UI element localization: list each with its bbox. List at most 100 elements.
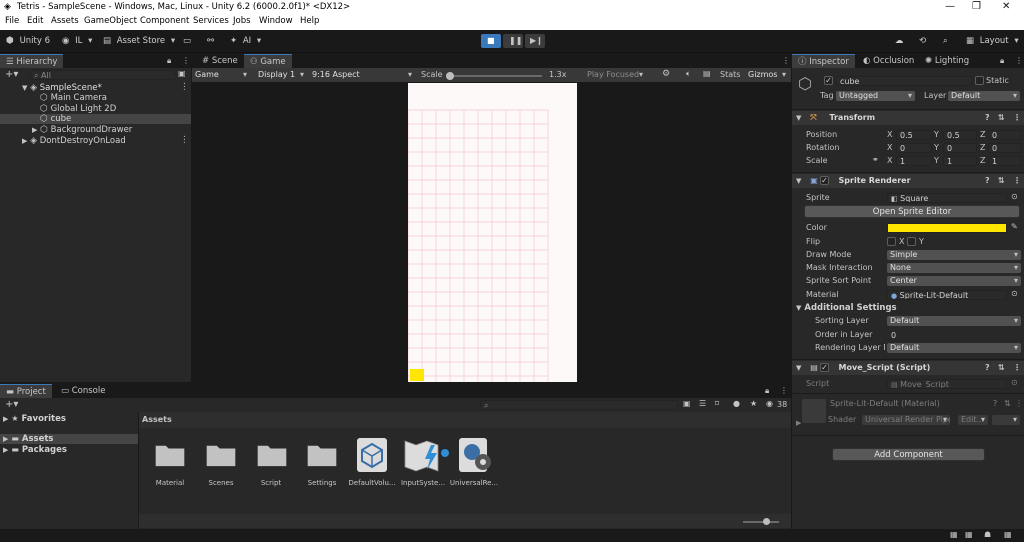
visibility-eye-icon[interactable]: ◉ xyxy=(766,400,773,408)
kebab-menu-icon[interactable]: ⋮ xyxy=(182,57,190,65)
lock-icon[interactable]: 🔒︎ xyxy=(765,387,769,395)
tag-dropdown[interactable]: Untagged xyxy=(836,91,915,101)
menu-gameobject[interactable]: GameObject xyxy=(84,16,137,26)
debug-icon[interactable]: ☗ xyxy=(984,531,991,539)
maximize-button[interactable]: ❐ xyxy=(972,1,981,12)
hierarchy-scene-row[interactable]: ▼ ◈ SampleScene* ⋮ xyxy=(0,83,191,93)
hierarchy-item-main-camera[interactable]: ⬡ Main Camera xyxy=(0,93,191,103)
scale-slider[interactable] xyxy=(446,72,542,80)
lock-icon[interactable]: 🔒︎ xyxy=(1000,57,1004,65)
ai-button[interactable]: ✦ AI ▾ xyxy=(230,34,261,49)
preset-icon[interactable]: ⇅ xyxy=(998,114,1005,122)
package-manager-icon[interactable]: ▭ xyxy=(183,34,191,49)
sprite-renderer-enabled-checkbox[interactable]: ✓ xyxy=(820,176,829,185)
tab-console[interactable]: ▭ Console xyxy=(55,384,111,398)
game-mode-dropdown[interactable]: Game xyxy=(192,70,250,80)
warning-filter-icon[interactable]: ● xyxy=(733,400,740,408)
project-search-input[interactable]: ⌕ xyxy=(480,400,678,410)
add-icon[interactable]: +▾ xyxy=(5,400,18,410)
volume-profile-asset-icon[interactable] xyxy=(356,437,388,473)
kebab-menu-icon[interactable]: ⋮ xyxy=(782,57,790,65)
sorting-layer-dropdown[interactable]: Default xyxy=(887,316,1021,326)
kebab-menu-icon[interactable]: ⋮ xyxy=(1015,400,1023,408)
kebab-menu-icon[interactable]: ⋮ xyxy=(1013,177,1021,185)
favorites-foldout[interactable]: ▶ ★ Favorites xyxy=(3,414,66,424)
move-script-enabled-checkbox[interactable]: ✓ xyxy=(820,363,829,372)
account-dropdown[interactable]: ◉ IL ▾ xyxy=(62,34,92,49)
rotation-y-field[interactable]: 0 xyxy=(943,143,977,153)
notifications-icon[interactable]: ▦ xyxy=(1004,531,1012,539)
game-canvas[interactable] xyxy=(408,83,577,382)
menu-file[interactable]: File xyxy=(5,16,19,26)
shader-variant-dropdown[interactable] xyxy=(992,415,1020,425)
active-checkbox[interactable]: ✓ xyxy=(824,76,833,85)
keyboard-icon[interactable]: ▤ xyxy=(703,70,711,78)
hierarchy-item-cube[interactable]: ⬡ cube xyxy=(0,114,191,124)
tab-game[interactable]: ⚇ Game xyxy=(244,54,292,68)
position-x-field[interactable]: 0.5 xyxy=(896,130,932,140)
scale-y-field[interactable]: 1 xyxy=(943,156,977,166)
project-split-divider[interactable] xyxy=(138,412,139,529)
rotation-z-field[interactable]: 0 xyxy=(988,143,1021,153)
tab-inspector[interactable]: ⓘ Inspector xyxy=(792,54,855,68)
icon-size-slider[interactable] xyxy=(743,518,779,525)
hierarchy-search-input[interactable]: ⌕ All xyxy=(30,70,175,80)
add-component-button[interactable]: Add Component xyxy=(832,448,985,461)
scale-slider-handle[interactable] xyxy=(446,72,454,80)
packages-folder-item[interactable]: ▶ ▬ Packages xyxy=(3,445,67,455)
kebab-menu-icon[interactable]: ⋮ xyxy=(180,136,189,145)
tag-icon[interactable]: ⌑ xyxy=(715,400,719,408)
lock-icon[interactable]: 🔒︎ xyxy=(167,57,171,65)
tab-scene[interactable]: # Scene xyxy=(196,54,244,68)
object-picker-icon[interactable]: ⊙ xyxy=(1011,290,1018,298)
settings-gear-icon[interactable]: ⚙ xyxy=(662,70,670,79)
open-sprite-editor-button[interactable]: Open Sprite Editor xyxy=(804,205,1020,218)
search-icon[interactable]: ⌕ xyxy=(943,34,948,49)
help-icon[interactable]: ? xyxy=(985,177,990,185)
hierarchy-dontdestroy-row[interactable]: ▶ ◈ DontDestroyOnLoad ⋮ xyxy=(0,136,191,146)
static-checkbox[interactable] xyxy=(975,76,984,85)
help-icon[interactable]: ? xyxy=(985,364,990,372)
kebab-menu-icon[interactable]: ⋮ xyxy=(1013,364,1021,372)
asset-store-button[interactable]: ▤ Asset Store ▾ xyxy=(103,34,175,49)
folder-icon[interactable] xyxy=(306,443,338,467)
tab-project[interactable]: ▬ Project xyxy=(0,384,52,398)
mute-audio-icon[interactable]: 🔈︎ xyxy=(686,70,691,78)
layer-dropdown[interactable]: Default xyxy=(948,91,1020,101)
color-swatch[interactable] xyxy=(887,223,1007,233)
play-focused-dropdown[interactable]: Play Focused xyxy=(584,70,646,80)
position-y-field[interactable]: 0.5 xyxy=(943,130,977,140)
rendering-layer-dropdown[interactable]: Default xyxy=(887,343,1021,353)
object-name-field[interactable]: cube xyxy=(836,76,972,86)
scale-z-field[interactable]: 1 xyxy=(988,156,1021,166)
scale-x-field[interactable]: 1 xyxy=(896,156,932,166)
render-pipeline-asset-icon[interactable] xyxy=(458,437,494,473)
step-button[interactable]: ▶❙ xyxy=(525,34,545,48)
order-in-layer-field[interactable]: 0 xyxy=(887,330,1021,340)
additional-settings-foldout[interactable]: ▼ Additional Settings xyxy=(796,303,897,313)
minimize-button[interactable]: — xyxy=(945,1,955,12)
cloud-icon[interactable]: ☁ xyxy=(895,34,904,49)
link-icon[interactable]: ⚭ xyxy=(872,156,879,164)
tab-hierarchy[interactable]: ☰ Hierarchy xyxy=(0,54,64,68)
preset-icon[interactable]: ⇅ xyxy=(998,364,1005,372)
folder-icon[interactable] xyxy=(154,443,186,467)
pause-button[interactable]: ❚❚ xyxy=(503,34,523,48)
unity-account-button[interactable]: ⬢ Unity 6 xyxy=(6,34,50,49)
kebab-menu-icon[interactable]: ⋮ xyxy=(1015,57,1023,65)
rotation-x-field[interactable]: 0 xyxy=(896,143,932,153)
hierarchy-item-background-drawer[interactable]: ▶ ⬡ BackgroundDrawer xyxy=(0,125,191,135)
lighting-build-icon[interactable]: ▦ xyxy=(950,531,958,539)
kebab-menu-icon[interactable]: ⋮ xyxy=(180,83,189,92)
material-field[interactable]: ● Sprite-Lit-Default xyxy=(887,290,1007,300)
sprite-renderer-header[interactable]: ▼ ▣ ✓ Sprite Renderer ? ⇅ ⋮ xyxy=(792,174,1024,188)
menu-assets[interactable]: Assets xyxy=(51,16,79,26)
hierarchy-item-global-light[interactable]: ⬡ Global Light 2D xyxy=(0,104,191,114)
flip-x-checkbox[interactable] xyxy=(887,237,896,246)
play-button[interactable]: ■ xyxy=(481,34,501,48)
menu-services[interactable]: Services xyxy=(193,16,229,26)
eyedropper-icon[interactable]: ✎ xyxy=(1011,223,1018,231)
search-by-type-icon[interactable]: ▣ xyxy=(683,400,691,408)
aspect-dropdown[interactable]: 9:16 Aspect xyxy=(309,70,415,80)
history-icon[interactable]: ⟲ xyxy=(919,34,926,49)
